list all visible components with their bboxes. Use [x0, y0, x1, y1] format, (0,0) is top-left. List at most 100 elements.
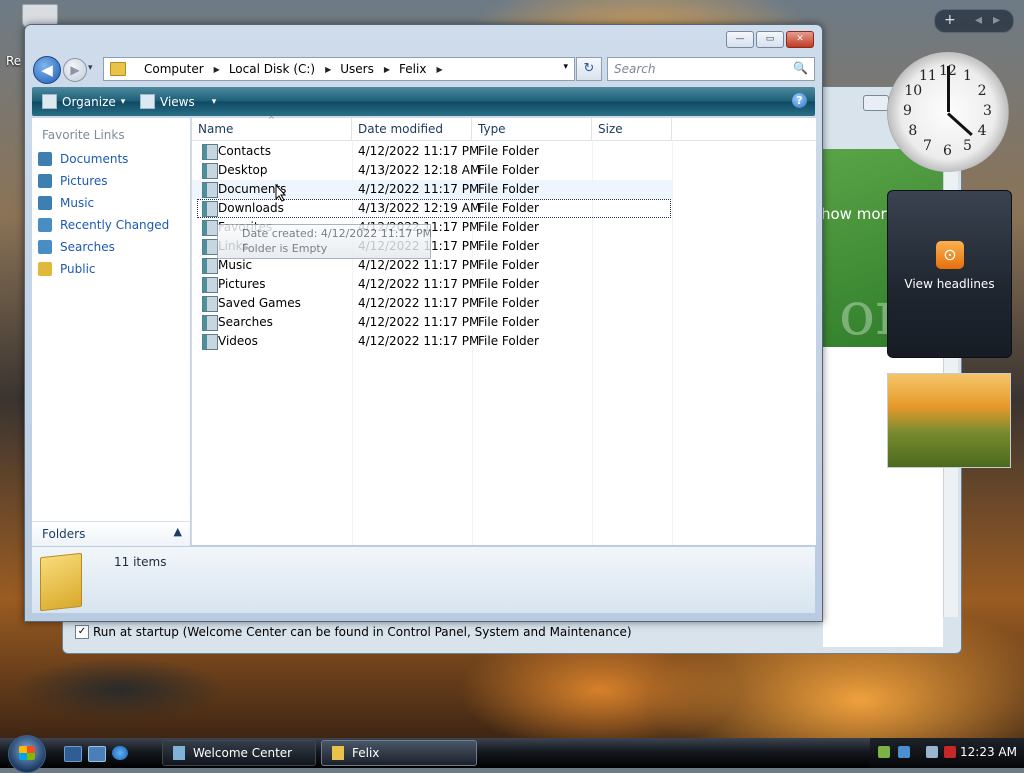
switch-windows-icon[interactable] [88, 746, 106, 762]
volume-muted-icon[interactable] [944, 746, 956, 758]
breadcrumb-computer[interactable]: Computer [144, 62, 204, 76]
views-button[interactable]: Views ▾ [140, 94, 216, 109]
cell-modified: 4/12/2022 11:17 PM [358, 315, 480, 329]
table-row[interactable]: Desktop 4/13/2022 12:18 AM File Folder [192, 161, 672, 180]
clock-numeral: 8 [908, 123, 918, 139]
table-row[interactable]: Documents 4/12/2022 11:17 PM File Folder [192, 180, 672, 199]
organize-button[interactable]: Organize ▾ [42, 94, 125, 109]
start-button[interactable] [8, 735, 46, 773]
run-at-startup-option[interactable]: ✓ Run at startup (Welcome Center can be … [75, 625, 632, 639]
address-dropdown-icon[interactable]: ▾ [563, 62, 568, 72]
searches-icon [38, 240, 52, 254]
chevron-up-icon: ▲ [173, 525, 182, 538]
cell-type: File Folder [478, 296, 539, 310]
help-icon[interactable]: ? [792, 93, 807, 108]
item-count: 11 items [114, 555, 167, 569]
network-icon[interactable] [878, 746, 890, 758]
clock-hour-hand [946, 112, 973, 137]
show-desktop-icon[interactable] [64, 746, 82, 762]
feed-headlines-gadget[interactable]: ⊙ View headlines [887, 190, 1012, 358]
recent-pages-dropdown[interactable]: ▾ [88, 63, 93, 73]
run-at-startup-label: Run at startup (Welcome Center can be fo… [93, 625, 632, 639]
column-header-size[interactable]: Size [592, 118, 672, 140]
welcome-minimize-button[interactable] [863, 95, 889, 111]
clock-numeral: 2 [977, 83, 987, 99]
clock-time[interactable]: 12:23 AM [960, 745, 1017, 759]
explorer-window[interactable]: — ▭ ✕ ◀ ▶ ▾ Computer ▶ Local Disk (C:) ▶ U… [24, 24, 823, 622]
taskbar-button-label: Welcome Center [193, 746, 293, 760]
search-icon[interactable]: 🔍 [793, 61, 808, 75]
nav-link-label: Music [60, 196, 95, 210]
address-bar[interactable]: Computer ▶ Local Disk (C:) ▶ Users ▶ Felix ▶… [103, 57, 575, 81]
next-icon[interactable]: ▸ [993, 12, 1000, 28]
column-header-date-modified[interactable]: Date modified [352, 118, 472, 140]
cell-modified: 4/12/2022 11:17 PM [358, 334, 480, 348]
folder-icon [202, 334, 218, 350]
notification-area: 12:23 AM [870, 738, 1024, 768]
clock-numeral: 11 [919, 68, 937, 85]
folders-toggle[interactable]: Folders ▲ [32, 521, 190, 546]
maximize-button[interactable]: ▭ [756, 31, 784, 48]
desktop-icon-label: Re [6, 54, 22, 68]
cell-modified: 4/12/2022 11:17 PM [358, 258, 480, 272]
taskbar-button-felix[interactable]: Felix [321, 740, 477, 766]
breadcrumb-felix[interactable]: Felix [399, 62, 426, 76]
navigation-pane: Favorite Links Documents Pictures Music Rec… [32, 118, 190, 545]
cell-type: File Folder [478, 277, 539, 291]
taskbar-button-label: Felix [352, 746, 380, 760]
table-row[interactable]: Pictures 4/12/2022 11:17 PM File Folder [192, 275, 672, 294]
windows-logo-icon [19, 746, 35, 760]
table-row[interactable]: Contacts 4/12/2022 11:17 PM File Folder [192, 142, 672, 161]
breadcrumb-separator-icon[interactable]: ▶ [384, 65, 390, 74]
previous-icon[interactable]: ◂ [975, 12, 982, 28]
breadcrumb-separator-icon[interactable]: ▶ [325, 65, 331, 74]
nav-link-pictures[interactable]: Pictures [38, 174, 108, 188]
view-headlines-label: View headlines [904, 277, 995, 291]
breadcrumb-local-disk[interactable]: Local Disk (C:) [229, 62, 315, 76]
internet-explorer-icon[interactable] [112, 746, 128, 760]
nav-link-recently-changed[interactable]: Recently Changed [38, 218, 169, 232]
clock-numeral: 12 [939, 63, 957, 79]
nav-link-music[interactable]: Music [38, 196, 94, 210]
nav-link-documents[interactable]: Documents [38, 152, 128, 166]
cell-type: File Folder [478, 144, 539, 158]
search-input[interactable]: Search 🔍 [607, 57, 815, 81]
cell-type: File Folder [478, 163, 539, 177]
back-button[interactable]: ◀ [33, 56, 61, 84]
search-placeholder: Search [614, 62, 656, 76]
breadcrumb-separator-icon[interactable]: ▶ [436, 65, 442, 74]
taskbar: Welcome Center Felix 12:23 AM [0, 735, 1024, 773]
table-row[interactable]: Downloads 4/13/2022 12:19 AM File Folder [197, 199, 671, 218]
command-toolbar: Organize ▾ Views ▾ ? [32, 87, 815, 116]
clock-gadget[interactable]: 12 1 2 3 4 5 6 7 8 9 10 11 [887, 52, 1009, 172]
refresh-button[interactable]: ↻ [576, 57, 602, 81]
minimize-button[interactable]: — [726, 31, 754, 48]
file-list[interactable]: Name Date modified Type Size ^ Contacts 4… [191, 115, 816, 545]
folder-icon [40, 552, 82, 612]
details-pane: 11 items [32, 547, 815, 613]
clock-numeral: 6 [943, 143, 952, 159]
breadcrumb-users[interactable]: Users [340, 62, 374, 76]
cell-type: File Folder [478, 315, 539, 329]
cell-type: File Folder [478, 239, 539, 253]
table-row[interactable]: Videos 4/12/2022 11:17 PM File Folder [192, 332, 672, 351]
add-gadget-icon[interactable]: + [944, 12, 956, 28]
display-icon[interactable] [926, 746, 938, 758]
taskbar-button-welcome-center[interactable]: Welcome Center [162, 740, 316, 766]
run-at-startup-checkbox[interactable]: ✓ [75, 625, 89, 639]
table-row[interactable]: Searches 4/12/2022 11:17 PM File Folder [192, 313, 672, 332]
folder-icon [202, 182, 218, 198]
cell-modified: 4/13/2022 12:18 AM [358, 163, 481, 177]
close-button[interactable]: ✕ [786, 31, 814, 48]
security-icon[interactable] [898, 746, 910, 758]
nav-link-searches[interactable]: Searches [38, 240, 115, 254]
forward-button[interactable]: ▶ [63, 58, 87, 82]
folder-icon [202, 277, 218, 293]
cell-modified: 4/12/2022 11:17 PM [358, 182, 480, 196]
column-header-type[interactable]: Type [472, 118, 592, 140]
slideshow-gadget[interactable] [887, 373, 1011, 468]
folder-icon [202, 220, 218, 236]
table-row[interactable]: Saved Games 4/12/2022 11:17 PM File Folder [192, 294, 672, 313]
breadcrumb-separator-icon[interactable]: ▶ [214, 65, 220, 74]
nav-link-public[interactable]: Public [38, 262, 96, 276]
